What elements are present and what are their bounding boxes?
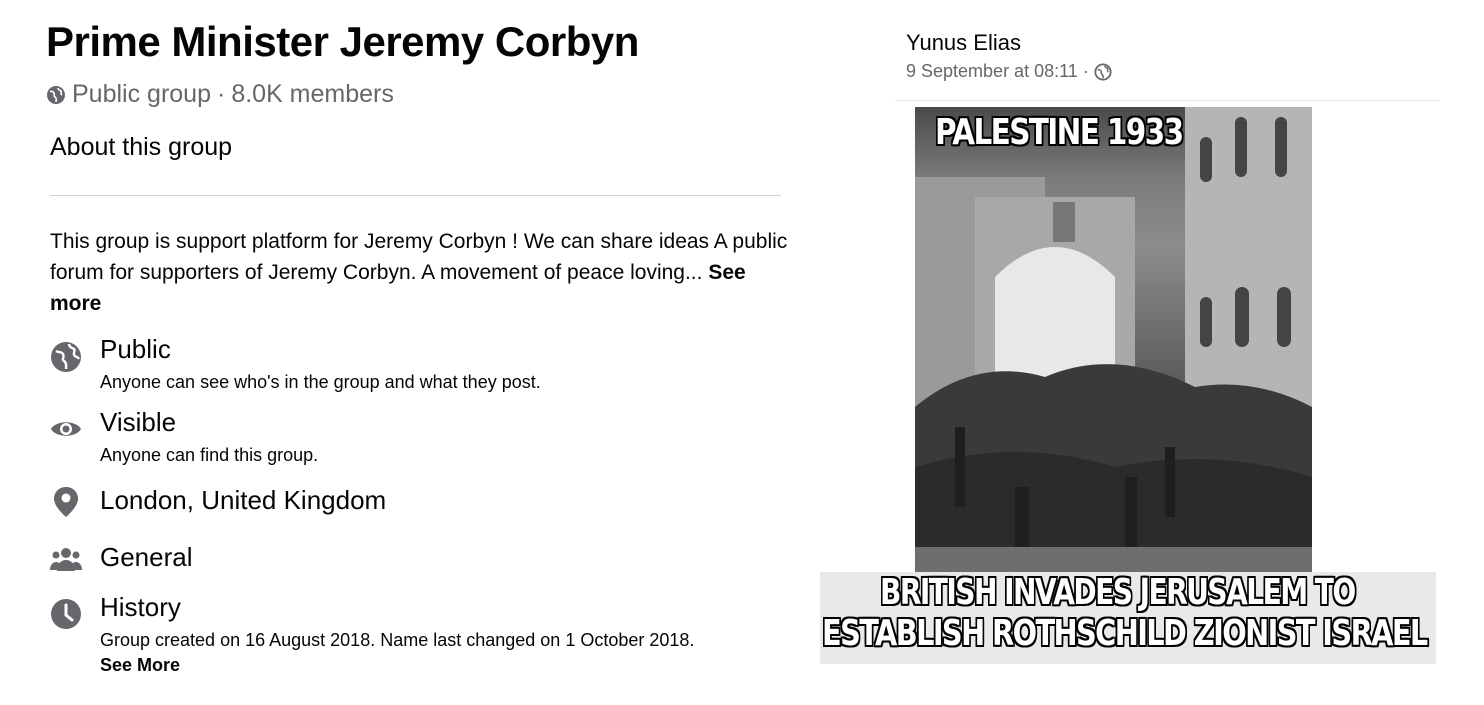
meta-separator: ·: [216, 80, 226, 108]
post-time-text[interactable]: 9 September at 08:11 ·: [906, 61, 1089, 82]
info-title: Visible: [100, 407, 177, 437]
image-caption-top: PALESTINE 1933: [935, 112, 1184, 153]
image-caption-bottom-2: ESTABLISH ROTHSCHILD ZIONIST ISRAEL: [822, 613, 1428, 654]
description-text: This group is support platform for Jerem…: [50, 230, 788, 284]
clock-icon: [50, 598, 82, 630]
info-title: History: [100, 592, 181, 622]
post-image[interactable]: [915, 107, 1312, 573]
info-title: General: [100, 542, 193, 572]
divider: [50, 195, 781, 196]
post-divider: [895, 100, 1440, 101]
members-count[interactable]: 8.0K members: [231, 80, 394, 109]
post-timestamp: 9 September at 08:11 ·: [906, 61, 1112, 82]
location-pin-icon: [50, 486, 82, 518]
people-icon: [50, 543, 82, 575]
globe-icon: [1094, 62, 1112, 81]
group-title[interactable]: Prime Minister Jeremy Corbyn: [46, 18, 639, 66]
privacy-label: Public group: [72, 80, 211, 108]
info-subtitle: Anyone can find this group.: [100, 445, 319, 465]
info-subtitle: Anyone can see who's in the group and wh…: [100, 372, 541, 392]
group-description: This group is support platform for Jerem…: [50, 226, 790, 319]
post-author[interactable]: Yunus Elias: [906, 30, 1021, 56]
info-title: London, United Kingdom: [100, 485, 387, 515]
about-heading: About this group: [50, 133, 233, 161]
globe-icon: [46, 85, 66, 105]
group-meta: Public group · 8.0K members: [46, 80, 394, 109]
info-title: Public: [100, 334, 171, 364]
image-caption-bottom-1: BRITISH INVADES JERUSALEM TO: [880, 572, 1356, 613]
history-see-more-link[interactable]: See More: [100, 655, 180, 676]
photo-illustration: [915, 107, 1312, 573]
info-subtitle: Group created on 16 August 2018. Name la…: [100, 630, 695, 650]
globe-icon: [50, 341, 82, 373]
eye-icon: [50, 413, 82, 445]
